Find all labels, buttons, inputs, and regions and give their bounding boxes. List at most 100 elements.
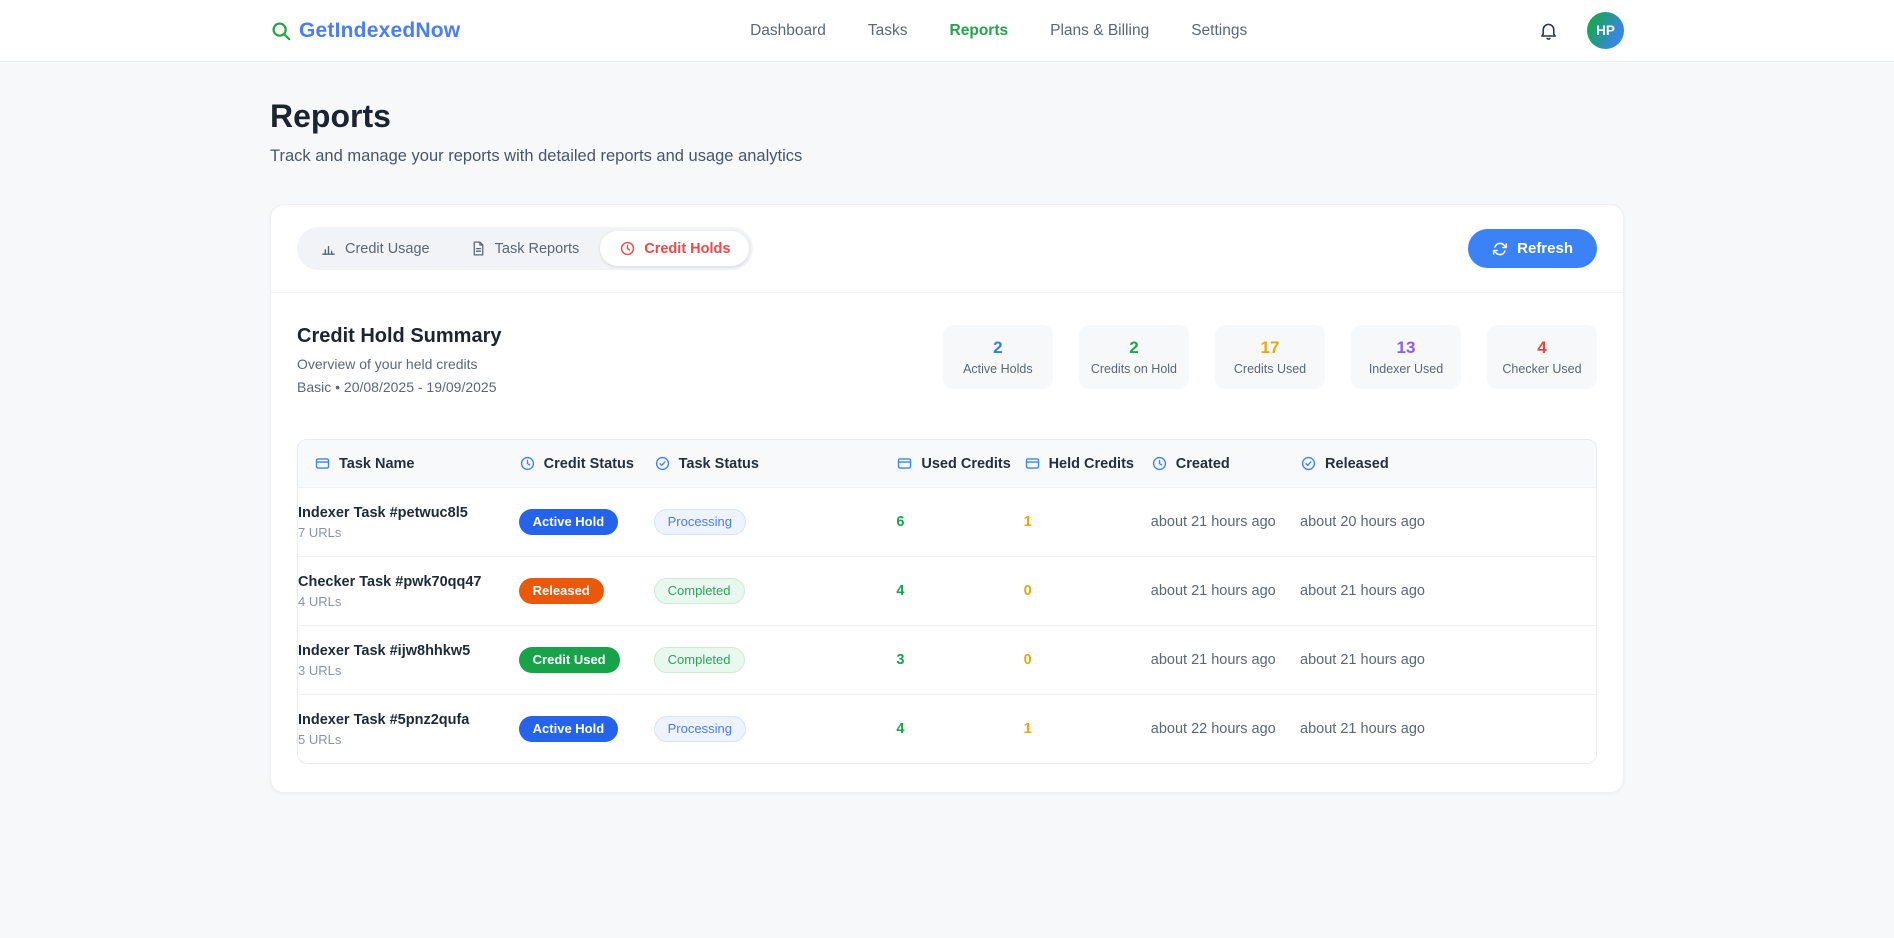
bar-chart-icon (320, 240, 337, 257)
released-time: about 21 hours ago (1300, 652, 1425, 668)
created-time: about 21 hours ago (1151, 514, 1276, 530)
column-label: Released (1325, 456, 1389, 472)
task-status-badge: Processing (654, 509, 746, 536)
column-label: Task Name (339, 456, 415, 472)
stat-checker-used: 4 Checker Used (1487, 325, 1597, 389)
summary-subtitle: Overview of your held credits (297, 356, 501, 372)
file-icon (470, 240, 487, 257)
task-name: Indexer Task #ijw8hhkw5 (298, 643, 511, 659)
brand-name: GetIndexedNow (299, 19, 460, 43)
held-credits-value: 1 (1024, 514, 1032, 530)
used-credits-value: 6 (896, 514, 904, 530)
nav-item-settings[interactable]: Settings (1191, 22, 1247, 40)
report-tabs: Credit Usage Task Reports (297, 227, 753, 270)
main-nav: Dashboard Tasks Reports Plans & Billing … (750, 22, 1247, 40)
stat-label: Checker Used (1499, 362, 1585, 376)
nav-item-dashboard[interactable]: Dashboard (750, 22, 826, 40)
task-url-count: 5 URLs (298, 732, 511, 747)
task-name: Indexer Task #petwuc8l5 (298, 505, 511, 521)
column-label: Credit Status (544, 456, 634, 472)
table-row: Indexer Task #petwuc8l5 7 URLs Active Ho… (298, 487, 1596, 556)
credit-holds-table: Task Name Credit Status Task Status (297, 439, 1597, 764)
stat-value: 13 (1363, 338, 1449, 358)
held-credits-value: 0 (1024, 652, 1032, 668)
column-task-name: Task Name (298, 440, 519, 487)
top-bar: GetIndexedNow Dashboard Tasks Reports Pl… (0, 0, 1894, 62)
credit-status-badge: Active Hold (519, 509, 619, 536)
search-icon (270, 20, 292, 42)
nav-item-tasks[interactable]: Tasks (868, 22, 908, 40)
reports-card: Credit Usage Task Reports (270, 204, 1624, 793)
stat-credits-used: 17 Credits Used (1215, 325, 1325, 389)
column-created: Created (1151, 440, 1300, 487)
clock-icon (619, 240, 636, 257)
stat-value: 2 (955, 338, 1041, 358)
summary-plan-period: Basic • 20/08/2025 - 19/09/2025 (297, 379, 501, 395)
created-time: about 21 hours ago (1151, 652, 1276, 668)
stat-value: 17 (1227, 338, 1313, 358)
stat-label: Credits on Hold (1091, 362, 1177, 376)
column-credit-status: Credit Status (519, 440, 654, 487)
task-status-badge: Completed (654, 647, 745, 674)
refresh-button[interactable]: Refresh (1468, 229, 1597, 268)
task-cell: Indexer Task #ijw8hhkw5 3 URLs (298, 630, 519, 691)
card-icon (896, 455, 913, 472)
task-url-count: 7 URLs (298, 525, 511, 540)
created-time: about 22 hours ago (1151, 721, 1276, 737)
tab-task-reports[interactable]: Task Reports (451, 231, 599, 266)
column-released: Released (1300, 440, 1596, 487)
used-credits-value: 3 (896, 652, 904, 668)
nav-item-plans-billing[interactable]: Plans & Billing (1050, 22, 1149, 40)
table-row: Checker Task #pwk70qq47 4 URLs Released … (298, 556, 1596, 625)
task-name: Checker Task #pwk70qq47 (298, 574, 511, 590)
summary-text: Credit Hold Summary Overview of your hel… (297, 325, 501, 395)
user-avatar[interactable]: HP (1587, 12, 1624, 49)
stat-value: 2 (1091, 338, 1177, 358)
released-time: about 20 hours ago (1300, 514, 1425, 530)
column-task-status: Task Status (654, 440, 897, 487)
task-url-count: 4 URLs (298, 594, 511, 609)
column-used-credits: Used Credits (896, 440, 1023, 487)
clock-icon (519, 455, 536, 472)
card-icon (314, 455, 331, 472)
column-label: Held Credits (1049, 456, 1134, 472)
column-label: Created (1176, 456, 1230, 472)
task-cell: Indexer Task #5pnz2qufa 5 URLs (298, 699, 519, 760)
task-cell: Indexer Task #petwuc8l5 7 URLs (298, 492, 519, 553)
summary-title: Credit Hold Summary (297, 325, 501, 348)
used-credits-value: 4 (896, 583, 904, 599)
column-label: Task Status (679, 456, 759, 472)
held-credits-value: 1 (1024, 721, 1032, 737)
stat-active-holds: 2 Active Holds (943, 325, 1053, 389)
clock-icon (1151, 455, 1168, 472)
check-circle-icon (654, 455, 671, 472)
tab-credit-usage[interactable]: Credit Usage (301, 231, 449, 266)
task-status-badge: Processing (654, 716, 746, 743)
page-subtitle: Track and manage your reports with detai… (270, 147, 1624, 166)
credit-status-badge: Credit Used (519, 647, 620, 674)
stat-credits-on-hold: 2 Credits on Hold (1079, 325, 1189, 389)
nav-item-reports[interactable]: Reports (950, 22, 1009, 40)
main-content: Reports Track and manage your reports wi… (270, 62, 1624, 793)
credit-status-badge: Active Hold (519, 716, 619, 743)
refresh-icon (1492, 241, 1508, 257)
created-time: about 21 hours ago (1151, 583, 1276, 599)
summary-stats: 2 Active Holds 2 Credits on Hold 17 Cred… (943, 325, 1597, 389)
brand-logo[interactable]: GetIndexedNow (270, 19, 460, 43)
stat-label: Credits Used (1227, 362, 1313, 376)
task-status-badge: Completed (654, 578, 745, 605)
released-time: about 21 hours ago (1300, 721, 1425, 737)
stat-label: Active Holds (955, 362, 1041, 376)
reports-toolbar: Credit Usage Task Reports (271, 205, 1623, 293)
credit-status-badge: Released (519, 578, 604, 605)
tab-label: Credit Holds (644, 241, 730, 257)
used-credits-value: 4 (896, 721, 904, 737)
stat-label: Indexer Used (1363, 362, 1449, 376)
notifications-bell-icon[interactable] (1537, 19, 1561, 43)
tab-credit-holds[interactable]: Credit Holds (600, 231, 749, 266)
stat-value: 4 (1499, 338, 1585, 358)
column-label: Used Credits (921, 456, 1010, 472)
table-header-row: Task Name Credit Status Task Status (298, 440, 1596, 487)
released-time: about 21 hours ago (1300, 583, 1425, 599)
table-row: Indexer Task #ijw8hhkw5 3 URLs Credit Us… (298, 625, 1596, 694)
